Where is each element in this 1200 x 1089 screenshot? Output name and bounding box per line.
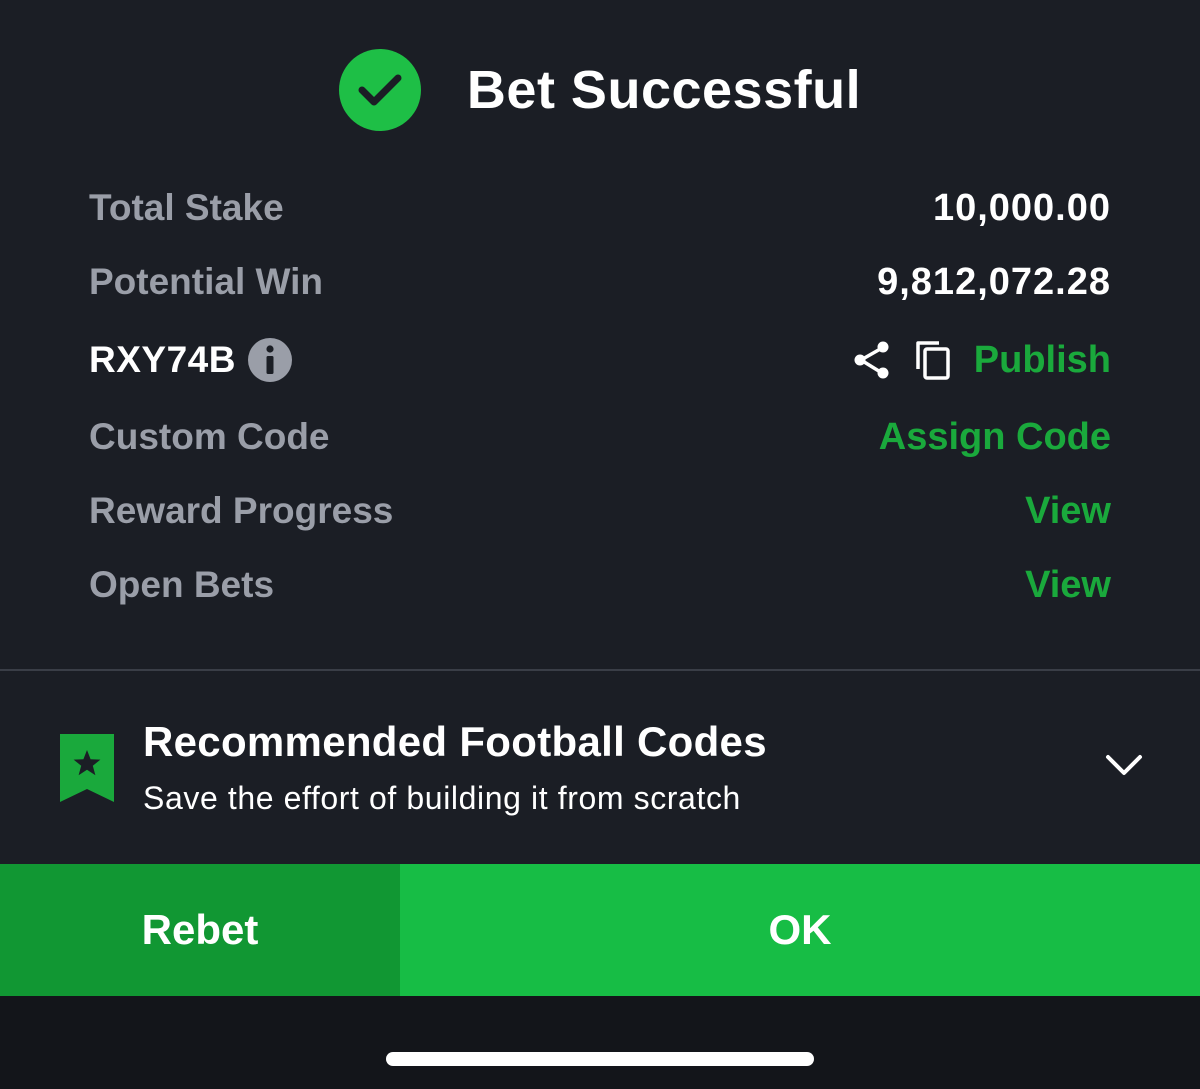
bet-success-screen: Bet Successful Total Stake 10,000.00 Pot… bbox=[0, 0, 1200, 1089]
open-bets-row: Open Bets View bbox=[89, 557, 1111, 613]
assign-code-link[interactable]: Assign Code bbox=[879, 416, 1111, 459]
ok-button[interactable]: OK bbox=[400, 864, 1200, 996]
total-stake-label: Total Stake bbox=[89, 187, 284, 228]
recommended-codes-panel[interactable]: Recommended Football Codes Save the effo… bbox=[0, 700, 1200, 830]
booking-code-group: RXY74B bbox=[89, 338, 292, 382]
action-buttons: Rebet OK bbox=[0, 864, 1200, 996]
potential-win-row: Potential Win 9,812,072.28 bbox=[89, 254, 1111, 310]
header: Bet Successful bbox=[0, 48, 1200, 132]
total-stake-value: 10,000.00 bbox=[932, 186, 1111, 229]
potential-win-label: Potential Win bbox=[89, 261, 323, 302]
booking-code-row: RXY74B Publish bbox=[89, 332, 1111, 388]
reward-progress-row: Reward Progress View bbox=[89, 483, 1111, 539]
copy-icon[interactable] bbox=[914, 339, 952, 381]
divider bbox=[0, 669, 1200, 671]
rebet-button[interactable]: Rebet bbox=[0, 864, 400, 996]
booking-code: RXY74B bbox=[89, 339, 236, 380]
share-icon[interactable] bbox=[852, 340, 892, 380]
chevron-down-icon[interactable] bbox=[1104, 752, 1144, 783]
reward-progress-view-link[interactable]: View bbox=[1025, 490, 1111, 533]
custom-code-label: Custom Code bbox=[89, 416, 330, 457]
recommended-subtitle: Save the effort of building it from scra… bbox=[143, 780, 741, 816]
total-stake-row: Total Stake 10,000.00 bbox=[89, 180, 1111, 236]
custom-code-row: Custom Code Assign Code bbox=[89, 409, 1111, 465]
reward-progress-label: Reward Progress bbox=[89, 490, 394, 531]
home-indicator[interactable] bbox=[386, 1052, 814, 1066]
booking-code-actions: Publish bbox=[852, 339, 1111, 382]
bookmark-star-icon bbox=[60, 734, 114, 807]
page-title: Bet Successful bbox=[466, 60, 862, 120]
info-icon[interactable] bbox=[247, 338, 292, 382]
recommended-title: Recommended Football Codes bbox=[143, 718, 767, 765]
publish-link[interactable]: Publish bbox=[974, 339, 1111, 382]
open-bets-view-link[interactable]: View bbox=[1025, 564, 1111, 607]
bottom-bar bbox=[0, 996, 1200, 1089]
check-circle-icon bbox=[338, 49, 421, 131]
potential-win-value: 9,812,072.28 bbox=[877, 260, 1111, 303]
open-bets-label: Open Bets bbox=[89, 564, 275, 605]
